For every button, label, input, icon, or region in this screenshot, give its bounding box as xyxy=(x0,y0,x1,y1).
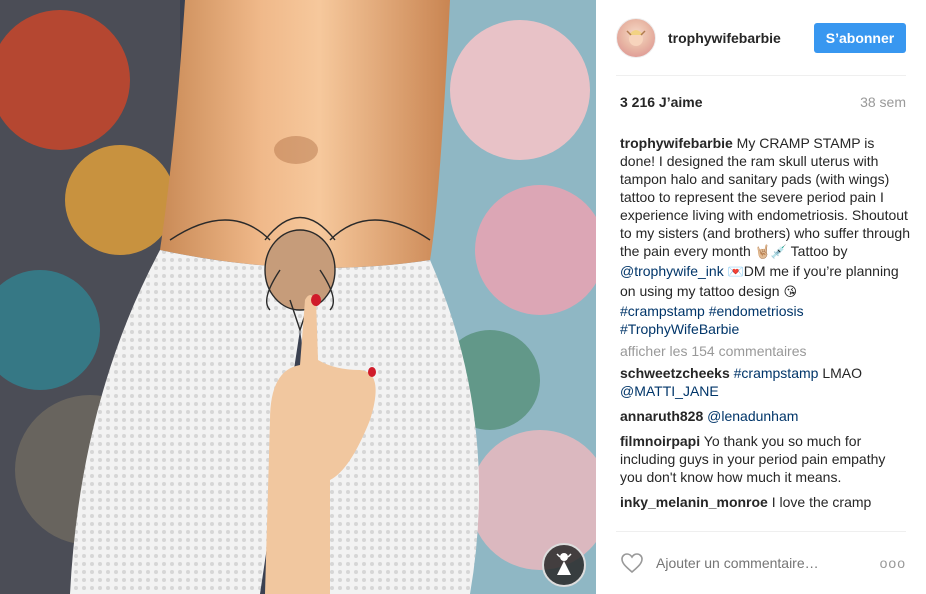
caption-text-2: Tattoo by xyxy=(787,243,848,259)
hashtag-endometriosis[interactable]: #endometriosis xyxy=(709,303,804,319)
post-photo[interactable] xyxy=(0,0,596,594)
caption-username[interactable]: trophywifebarbie xyxy=(620,135,733,151)
post-caption: trophywifebarbie My CRAMP STAMP is done!… xyxy=(620,134,910,338)
comment-username[interactable]: schweetzcheeks xyxy=(620,365,730,381)
comment-item: filmnoirpapi Yo thank you so much for in… xyxy=(620,432,910,486)
photo-illustration xyxy=(0,0,596,594)
comment-text: I love the cramp xyxy=(771,494,872,510)
comment-mention[interactable]: @lenadunham xyxy=(707,408,798,424)
heart-outline-icon[interactable] xyxy=(620,551,644,575)
view-all-comments-link[interactable]: afficher les 154 commentaires xyxy=(620,342,910,360)
comment-item: annaruth828 @lenadunham xyxy=(620,407,910,425)
hashtag-trophywifebarbie[interactable]: #TrophyWifeBarbie xyxy=(620,321,739,337)
follow-button[interactable]: S’abonner xyxy=(814,22,906,53)
comment-mention[interactable]: @MATTI_JANE xyxy=(620,383,719,399)
comment-text: LMAO xyxy=(818,365,863,381)
likes-count[interactable]: 3 216 J’aime xyxy=(620,94,703,110)
comment-item: schweetzcheeks #crampstamp LMAO @MATTI_J… xyxy=(620,364,910,400)
comment-username[interactable]: annaruth828 xyxy=(620,408,703,424)
comments-section: trophywifebarbie My CRAMP STAMP is done!… xyxy=(620,134,910,532)
comment-username[interactable]: inky_melanin_monroe xyxy=(620,494,768,510)
post-header: trophywifebarbie S’abonner xyxy=(616,0,906,76)
add-comment-input[interactable] xyxy=(656,555,856,571)
comment-username[interactable]: filmnoirpapi xyxy=(620,433,700,449)
caption-emoji-love-letter: 💌 xyxy=(727,265,744,280)
avatar[interactable] xyxy=(616,17,656,58)
post-panel: trophywifebarbie S’abonner 3 216 J’aime … xyxy=(596,0,926,594)
comment-hashtag[interactable]: #crampstamp xyxy=(734,365,819,381)
barbie-logo-icon xyxy=(542,543,586,587)
add-comment-row: ooo xyxy=(616,531,906,594)
post-time[interactable]: 38 sem xyxy=(860,94,906,110)
post-username[interactable]: trophywifebarbie xyxy=(668,30,781,46)
caption-mention[interactable]: @trophywife_ink xyxy=(620,263,724,279)
likes-row: 3 216 J’aime 38 sem xyxy=(620,94,906,110)
caption-emoji-kiss: 😘 xyxy=(783,285,797,300)
caption-text: My CRAMP STAMP is done! I designed the r… xyxy=(620,135,910,259)
hashtag-crampstamp[interactable]: #crampstamp xyxy=(620,303,705,319)
caption-emoji-rock: 🤘🏼💉 xyxy=(754,245,788,260)
comment-item: inky_melanin_monroe I love the cramp xyxy=(620,493,910,511)
more-options-icon[interactable]: ooo xyxy=(880,555,906,571)
